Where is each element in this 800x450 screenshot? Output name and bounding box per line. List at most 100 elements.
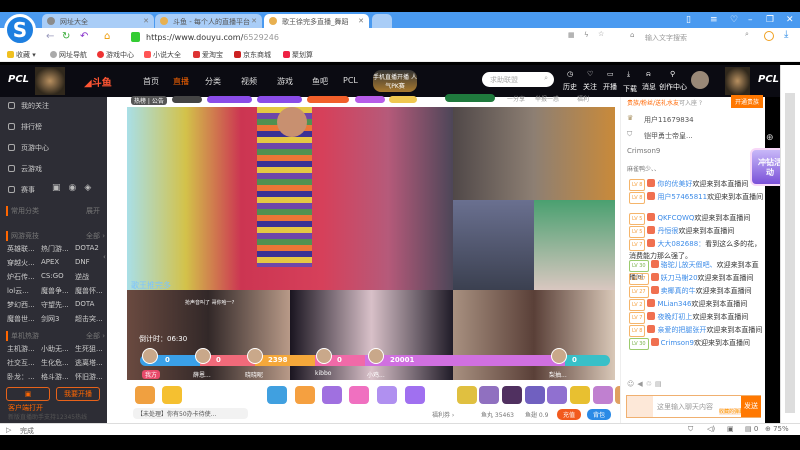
- pk-avatar[interactable]: [142, 348, 158, 364]
- menu-creator-center[interactable]: 创作中心: [659, 82, 687, 92]
- chat-username[interactable]: QKFCQWQ: [657, 214, 694, 222]
- bookmark-item[interactable]: 网址导航: [50, 50, 87, 60]
- flash-icon[interactable]: ϟ: [584, 31, 589, 39]
- chat-username[interactable]: 你的优美好: [657, 180, 692, 188]
- bookmark-item[interactable]: 聚划算: [283, 50, 313, 60]
- tab-hao123[interactable]: 网址大全 ✕: [42, 14, 154, 28]
- category-link[interactable]: 生化危...: [41, 358, 75, 368]
- menu-start-live[interactable]: 开播: [603, 82, 617, 92]
- pk-video-3[interactable]: [453, 290, 615, 380]
- site-search-input[interactable]: 求助联盟 ⌕: [482, 72, 554, 87]
- lock-icon[interactable]: ▣: [727, 425, 734, 433]
- close-window-icon[interactable]: ✕: [786, 15, 794, 25]
- gift-item[interactable]: [135, 386, 155, 404]
- pk-video-2[interactable]: [290, 290, 453, 380]
- gift-item[interactable]: [267, 386, 287, 404]
- chat-username[interactable]: 妖刀马榭20: [661, 274, 698, 282]
- category-link[interactable]: 超击突...: [75, 314, 105, 324]
- gift-item[interactable]: [377, 386, 397, 404]
- sound-icon[interactable]: ◁): [707, 425, 715, 433]
- gift-item[interactable]: [502, 386, 522, 404]
- nav-home[interactable]: 首页: [143, 76, 159, 87]
- menu-follow[interactable]: 关注: [583, 82, 597, 92]
- search-icon[interactable]: ⌕: [544, 74, 548, 83]
- tab-douyu-room[interactable]: 歌王徐完多直播_舞蹈 ✕: [264, 14, 369, 28]
- undo-icon[interactable]: ↶: [80, 31, 88, 42]
- search-icon[interactable]: ⌕: [745, 30, 749, 39]
- gift-item[interactable]: [593, 386, 613, 404]
- nav-games[interactable]: 游戏: [277, 76, 293, 87]
- close-icon[interactable]: ✕: [358, 17, 364, 25]
- browser-search-input[interactable]: 输入文字搜索: [645, 33, 687, 43]
- task-notice[interactable]: 【未处理】你有50办卡待使...: [133, 408, 248, 419]
- backpack-button[interactable]: 背包: [587, 409, 612, 420]
- home-icon[interactable]: ⌂: [104, 31, 110, 42]
- seat-user[interactable]: 麻雀鸭少、、: [627, 164, 660, 173]
- pk-video-1[interactable]: 抢声音叫了 哥你哈一? 倒计时：06:30: [127, 290, 290, 380]
- chat-username[interactable]: Crimson9: [661, 339, 694, 347]
- category-link[interactable]: 穿越火...: [7, 258, 41, 268]
- qr-icon[interactable]: ▦: [568, 31, 575, 39]
- close-icon[interactable]: ✕: [251, 17, 257, 25]
- category-link[interactable]: 怀旧游...: [75, 372, 105, 382]
- recharge-button[interactable]: 充值: [557, 409, 582, 420]
- bookmark-item[interactable]: 游戏中心: [97, 50, 134, 60]
- nav-live[interactable]: 直播: [173, 76, 189, 87]
- chat-username[interactable]: 亲爱的把腿张开: [657, 326, 706, 334]
- chat-input[interactable]: 这里输入聊天内容 收藏的弹幕 发送: [626, 395, 761, 418]
- restore-icon[interactable]: ❐: [766, 15, 774, 25]
- gift-item[interactable]: [547, 386, 567, 404]
- seat-user[interactable]: Crimson9: [627, 147, 660, 155]
- open-noble-button[interactable]: 开通贵族: [731, 95, 764, 108]
- guest-video-1[interactable]: [453, 107, 615, 200]
- chat-username[interactable]: MLian346: [657, 300, 691, 308]
- sidebar-item-rank[interactable]: 排行榜: [8, 122, 42, 132]
- category-link[interactable]: 逆战: [75, 272, 105, 282]
- all-link[interactable]: 全部 ›: [86, 331, 105, 341]
- category-link[interactable]: 魔兽世...: [7, 314, 41, 324]
- pk-avatar[interactable]: [247, 348, 263, 364]
- gift-item[interactable]: [322, 386, 342, 404]
- category-link[interactable]: 梦幻西...: [7, 300, 41, 310]
- sidebar-item-webgame[interactable]: 页游中心: [8, 143, 49, 153]
- category-link[interactable]: 小助无...: [41, 344, 75, 354]
- all-link[interactable]: 全部 ›: [86, 231, 105, 241]
- bookmark-item[interactable]: 京东商城: [234, 50, 271, 60]
- category-link[interactable]: 社交互...: [7, 358, 41, 368]
- bookmark-item[interactable]: 小说大全: [144, 50, 181, 60]
- tab-douyu-home[interactable]: 斗鱼 - 每个人的直播平台 ✕: [155, 14, 262, 28]
- event-logos-icon[interactable]: ▣◉◈: [52, 183, 99, 193]
- zoom-control[interactable]: ⊕ 75%: [765, 425, 789, 433]
- download-count[interactable]: ▤ 0: [745, 425, 758, 433]
- category-link[interactable]: 魔兽争...: [41, 286, 75, 296]
- gift-item[interactable]: [457, 386, 477, 404]
- notice-tab[interactable]: 热榜 | 公告: [131, 96, 167, 105]
- category-link[interactable]: 生死狙...: [75, 344, 105, 354]
- client-open-button[interactable]: ▣: [6, 387, 50, 401]
- gift-item[interactable]: [479, 386, 499, 404]
- welfare-coupon-link[interactable]: 福利券 ›: [432, 410, 454, 419]
- category-link[interactable]: 主机游...: [7, 344, 41, 354]
- category-link[interactable]: 炉石传...: [7, 272, 41, 282]
- search-engine-icon[interactable]: ⌂: [630, 31, 634, 39]
- menu-download[interactable]: 下载: [623, 84, 637, 94]
- gift-item[interactable]: [349, 386, 369, 404]
- badge[interactable]: [207, 96, 252, 103]
- menu-history[interactable]: 历史: [563, 82, 577, 92]
- category-link[interactable]: DNF: [75, 258, 105, 268]
- pk-avatar[interactable]: [316, 348, 332, 364]
- gift-item[interactable]: [570, 386, 590, 404]
- badge[interactable]: [389, 96, 417, 103]
- category-link[interactable]: CS:GO: [41, 272, 75, 282]
- pk-avatar[interactable]: [551, 348, 567, 364]
- sidebar-item-cloudgame[interactable]: 云游戏: [8, 164, 42, 174]
- sidebar-toggle-icon[interactable]: ▯: [686, 15, 691, 25]
- menu-icon[interactable]: ≡: [710, 15, 718, 25]
- gift-item[interactable]: [405, 386, 425, 404]
- promo-banner[interactable]: 手机直播开播 人气PK赛: [373, 70, 417, 92]
- fan-badge-icon[interactable]: [627, 396, 653, 417]
- category-link[interactable]: 卧龙：...: [7, 372, 41, 382]
- avatar[interactable]: [691, 71, 709, 89]
- badge[interactable]: [355, 96, 385, 103]
- douyu-logo[interactable]: ◢斗鱼: [84, 74, 112, 89]
